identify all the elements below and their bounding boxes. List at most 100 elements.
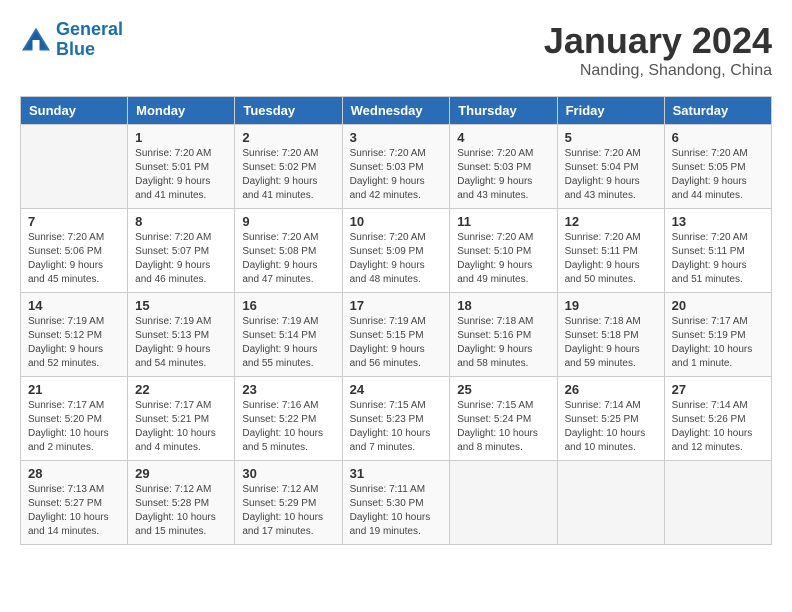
calendar-cell: 10 Sunrise: 7:20 AMSunset: 5:09 PMDayligh… [342,209,450,293]
day-info: Sunrise: 7:20 AMSunset: 5:08 PMDaylight:… [242,231,334,287]
day-number: 29 [135,466,227,481]
day-number: 27 [672,382,764,397]
day-number: 11 [457,214,549,229]
day-info: Sunrise: 7:16 AMSunset: 5:22 PMDaylight:… [242,399,334,455]
calendar-cell: 27 Sunrise: 7:14 AMSunset: 5:26 PMDayligh… [664,377,771,461]
day-number: 26 [565,382,657,397]
page-header: General Blue January 2024 Nanding, Shand… [20,20,772,80]
logo: General Blue [20,20,123,60]
title-block: January 2024 Nanding, Shandong, China [544,20,772,80]
day-number: 9 [242,214,334,229]
weekday-header-monday: Monday [128,97,235,125]
day-number: 16 [242,298,334,313]
day-info: Sunrise: 7:19 AMSunset: 5:15 PMDaylight:… [350,315,443,371]
calendar-cell: 24Sunrise: 7:15 AMSunset: 5:23 PMDayligh… [342,377,450,461]
calendar-cell: 29 Sunrise: 7:12 AMSunset: 5:28 PMDayligh… [128,461,235,545]
calendar-cell: 9 Sunrise: 7:20 AMSunset: 5:08 PMDaylight… [235,209,342,293]
day-number: 1 [135,130,227,145]
calendar-cell: 3 Sunrise: 7:20 AMSunset: 5:03 PMDaylight… [342,125,450,209]
location-subtitle: Nanding, Shandong, China [544,62,772,80]
day-number: 17 [350,298,443,313]
calendar-header-row: SundayMondayTuesdayWednesdayThursdayFrid… [21,97,772,125]
calendar-cell: 5Sunrise: 7:20 AMSunset: 5:04 PMDaylight… [557,125,664,209]
calendar-cell: 13Sunrise: 7:20 AMSunset: 5:11 PMDayligh… [664,209,771,293]
calendar-cell: 8 Sunrise: 7:20 AMSunset: 5:07 PMDaylight… [128,209,235,293]
calendar-cell: 11 Sunrise: 7:20 AMSunset: 5:10 PMDayligh… [450,209,557,293]
day-info: Sunrise: 7:17 AMSunset: 5:21 PMDaylight:… [135,399,227,455]
calendar-cell [557,461,664,545]
day-info: Sunrise: 7:20 AMSunset: 5:01 PMDaylight:… [135,147,227,203]
day-number: 18 [457,298,549,313]
day-info: Sunrise: 7:12 AMSunset: 5:28 PMDaylight:… [135,483,227,539]
day-number: 24 [350,382,443,397]
calendar-cell: 31Sunrise: 7:11 AMSunset: 5:30 PMDayligh… [342,461,450,545]
day-number: 20 [672,298,764,313]
weekday-header-sunday: Sunday [21,97,128,125]
logo-line2: Blue [56,39,95,59]
logo-icon [20,26,52,54]
day-info: Sunrise: 7:18 AMSunset: 5:18 PMDaylight:… [565,315,657,371]
day-info: Sunrise: 7:15 AMSunset: 5:24 PMDaylight:… [457,399,549,455]
day-number: 3 [350,130,443,145]
calendar-cell: 26 Sunrise: 7:14 AMSunset: 5:25 PMDayligh… [557,377,664,461]
calendar-cell: 20Sunrise: 7:17 AMSunset: 5:19 PMDayligh… [664,293,771,377]
calendar-body: 1 Sunrise: 7:20 AMSunset: 5:01 PMDaylight… [21,125,772,545]
day-info: Sunrise: 7:18 AMSunset: 5:16 PMDaylight:… [457,315,549,371]
day-number: 14 [28,298,120,313]
day-info: Sunrise: 7:20 AMSunset: 5:11 PMDaylight:… [672,231,764,287]
month-year-title: January 2024 [544,20,772,62]
day-number: 31 [350,466,443,481]
day-number: 23 [242,382,334,397]
calendar-cell: 25 Sunrise: 7:15 AMSunset: 5:24 PMDayligh… [450,377,557,461]
calendar-cell: 4 Sunrise: 7:20 AMSunset: 5:03 PMDaylight… [450,125,557,209]
logo-text: General Blue [56,20,123,60]
day-info: Sunrise: 7:14 AMSunset: 5:26 PMDaylight:… [672,399,764,455]
calendar-cell: 17 Sunrise: 7:19 AMSunset: 5:15 PMDayligh… [342,293,450,377]
day-info: Sunrise: 7:14 AMSunset: 5:25 PMDaylight:… [565,399,657,455]
weekday-header-friday: Friday [557,97,664,125]
weekday-header-wednesday: Wednesday [342,97,450,125]
calendar-week-row: 21Sunrise: 7:17 AMSunset: 5:20 PMDayligh… [21,377,772,461]
calendar-week-row: 28Sunrise: 7:13 AMSunset: 5:27 PMDayligh… [21,461,772,545]
calendar-cell: 14 Sunrise: 7:19 AMSunset: 5:12 PMDayligh… [21,293,128,377]
calendar-cell: 6 Sunrise: 7:20 AMSunset: 5:05 PMDaylight… [664,125,771,209]
day-number: 10 [350,214,443,229]
day-number: 25 [457,382,549,397]
calendar-cell: 15 Sunrise: 7:19 AMSunset: 5:13 PMDayligh… [128,293,235,377]
day-info: Sunrise: 7:20 AMSunset: 5:10 PMDaylight:… [457,231,549,287]
calendar-cell: 21Sunrise: 7:17 AMSunset: 5:20 PMDayligh… [21,377,128,461]
calendar-week-row: 1 Sunrise: 7:20 AMSunset: 5:01 PMDaylight… [21,125,772,209]
day-info: Sunrise: 7:20 AMSunset: 5:03 PMDaylight:… [350,147,443,203]
day-info: Sunrise: 7:20 AMSunset: 5:07 PMDaylight:… [135,231,227,287]
day-info: Sunrise: 7:19 AMSunset: 5:14 PMDaylight:… [242,315,334,371]
calendar-cell: 19 Sunrise: 7:18 AMSunset: 5:18 PMDayligh… [557,293,664,377]
logo-line1: General [56,19,123,39]
day-number: 5 [565,130,657,145]
day-info: Sunrise: 7:12 AMSunset: 5:29 PMDaylight:… [242,483,334,539]
day-info: Sunrise: 7:19 AMSunset: 5:13 PMDaylight:… [135,315,227,371]
day-info: Sunrise: 7:20 AMSunset: 5:03 PMDaylight:… [457,147,549,203]
day-info: Sunrise: 7:20 AMSunset: 5:09 PMDaylight:… [350,231,443,287]
calendar-cell: 7Sunrise: 7:20 AMSunset: 5:06 PMDaylight… [21,209,128,293]
day-number: 15 [135,298,227,313]
calendar-cell: 18 Sunrise: 7:18 AMSunset: 5:16 PMDayligh… [450,293,557,377]
day-number: 4 [457,130,549,145]
calendar-cell: 1 Sunrise: 7:20 AMSunset: 5:01 PMDaylight… [128,125,235,209]
calendar-cell [664,461,771,545]
day-number: 30 [242,466,334,481]
day-info: Sunrise: 7:20 AMSunset: 5:05 PMDaylight:… [672,147,764,203]
calendar-cell [21,125,128,209]
day-info: Sunrise: 7:19 AMSunset: 5:12 PMDaylight:… [28,315,120,371]
day-number: 6 [672,130,764,145]
day-info: Sunrise: 7:17 AMSunset: 5:20 PMDaylight:… [28,399,120,455]
calendar-cell: 23 Sunrise: 7:16 AMSunset: 5:22 PMDayligh… [235,377,342,461]
day-number: 8 [135,214,227,229]
calendar-cell: 2Sunrise: 7:20 AMSunset: 5:02 PMDaylight… [235,125,342,209]
day-info: Sunrise: 7:20 AMSunset: 5:06 PMDaylight:… [28,231,120,287]
calendar-table: SundayMondayTuesdayWednesdayThursdayFrid… [20,96,772,545]
day-number: 19 [565,298,657,313]
weekday-header-tuesday: Tuesday [235,97,342,125]
calendar-cell: 12Sunrise: 7:20 AMSunset: 5:11 PMDayligh… [557,209,664,293]
day-number: 12 [565,214,657,229]
calendar-cell: 22Sunrise: 7:17 AMSunset: 5:21 PMDayligh… [128,377,235,461]
